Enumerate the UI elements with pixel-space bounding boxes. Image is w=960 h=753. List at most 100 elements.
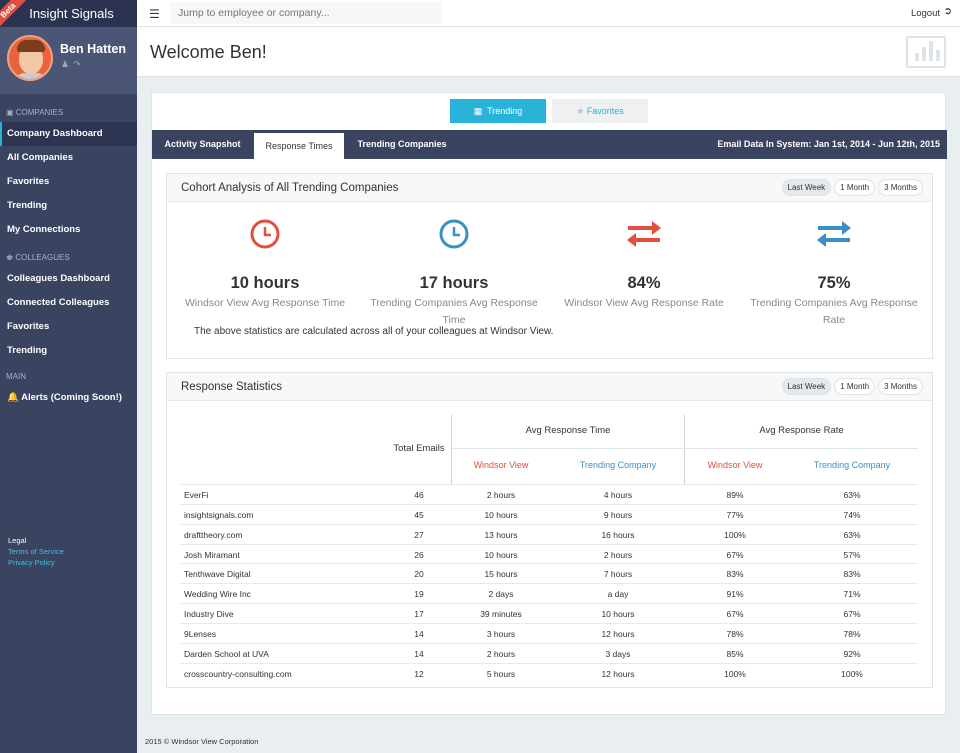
header-trending-time: Trending Company xyxy=(579,460,657,470)
bell-icon: 🔔 xyxy=(7,392,19,403)
tab-response-times[interactable]: Response Times xyxy=(254,133,344,159)
brand-bar: Beta Insight Signals xyxy=(0,0,137,27)
clock-icon xyxy=(175,216,355,252)
sign-out-icon[interactable]: ➲ xyxy=(944,6,952,17)
stat-trending-response-rate: 75% Trending Companies Avg Response Rate xyxy=(744,216,924,329)
sidebar-item-all-companies[interactable]: All Companies xyxy=(0,146,137,170)
logout-link[interactable]: Logout xyxy=(911,8,940,19)
company-name: 9Lenses xyxy=(184,628,217,639)
trending-toggle-button[interactable]: ▦ Trending xyxy=(450,99,546,123)
windsor-time: 39 minutes xyxy=(480,609,522,620)
email-data-range: Email Data In System: Jan 1st, 2014 - Ju… xyxy=(717,139,940,149)
trending-time: 10 hours xyxy=(601,609,635,620)
sidebar-item-colleagues-favorites[interactable]: Favorites xyxy=(0,315,137,339)
sidebar-item-company-dashboard[interactable]: Company Dashboard xyxy=(0,122,137,146)
trending-rate: 92% xyxy=(843,648,861,659)
header-avg-response-time: Avg Response Time xyxy=(525,425,611,436)
header-windsor-time: Windsor View xyxy=(473,460,529,470)
total-emails: 14 xyxy=(414,648,424,659)
stat-windsor-response-rate: 84% Windsor View Avg Response Rate xyxy=(554,216,734,312)
windsor-rate: 100% xyxy=(724,668,746,679)
sidebar-item-connected-colleagues[interactable]: Connected Colleagues xyxy=(0,291,137,315)
range-last-week[interactable]: Last Week xyxy=(781,179,832,196)
table-body: EverFi 46 2 hours 4 hours 89% 63% insightsigna… xyxy=(180,484,918,682)
company-name: crosscountry-consulting.com xyxy=(184,668,292,679)
stat-value: 17 hours xyxy=(419,274,489,292)
top-bar: ☰ Logout ➲ xyxy=(137,0,960,27)
total-emails: 20 xyxy=(414,569,424,580)
sidebar-item-favorites[interactable]: Favorites xyxy=(0,170,137,194)
table-row[interactable]: crosscountry-consulting.com 12 5 hours 12 h… xyxy=(180,662,918,683)
trending-time: 9 hours xyxy=(603,509,633,520)
windsor-time: 15 hours xyxy=(484,569,518,580)
trending-time: a day xyxy=(607,589,629,600)
page-header: Welcome Ben! xyxy=(137,27,960,77)
hamburger-menu-icon[interactable]: ☰ xyxy=(149,7,160,21)
table-row[interactable]: EverFi 46 2 hours 4 hours 89% 63% xyxy=(180,484,918,504)
windsor-time: 2 hours xyxy=(486,648,516,659)
table-row[interactable]: Darden School at UVA 14 2 hours 3 days 85% 92… xyxy=(180,642,918,663)
sidebar-item-my-connections[interactable]: My Connections xyxy=(0,218,137,242)
sidebar-item-trending[interactable]: Trending xyxy=(0,194,137,218)
total-emails: 19 xyxy=(414,589,424,600)
total-emails: 27 xyxy=(414,529,424,540)
windsor-time: 3 hours xyxy=(486,628,516,639)
trending-time: 4 hours xyxy=(603,490,633,500)
table-row[interactable]: Wedding Wire Inc 19 2 days a day 91% 71% xyxy=(180,583,918,603)
trending-rate: 78% xyxy=(843,628,861,639)
windsor-time: 10 hours xyxy=(484,509,518,520)
jump-search-input[interactable] xyxy=(170,2,442,24)
company-name: Wedding Wire Inc xyxy=(184,589,251,600)
header-avg-response-rate: Avg Response Rate xyxy=(759,425,844,436)
stat-value: 75% xyxy=(817,274,851,292)
section-main-header: MAIN xyxy=(6,372,26,381)
table-row[interactable]: Josh Miramant 26 10 hours 2 hours 67% 57% xyxy=(180,543,918,564)
trending-time: 12 hours xyxy=(601,668,635,679)
header-windsor-rate: Windsor View xyxy=(707,460,763,470)
favorites-toggle-button[interactable]: ★ Favorites xyxy=(552,99,648,123)
tab-trending-companies[interactable]: Trending Companies xyxy=(346,130,458,159)
tab-bar: Activity Snapshot Response Times Trendin… xyxy=(152,130,947,159)
footer: 2015 © Windsor View Corporation xyxy=(145,737,259,746)
tab-activity-snapshot[interactable]: Activity Snapshot xyxy=(152,130,253,159)
windsor-rate: 85% xyxy=(726,648,744,659)
trending-time: 3 days xyxy=(605,648,631,659)
avatar[interactable] xyxy=(7,35,53,81)
total-emails: 17 xyxy=(414,609,424,620)
table-row[interactable]: insightsignals.com 45 10 hours 9 hours 77% 74… xyxy=(180,503,918,524)
windsor-time: 13 hours xyxy=(484,529,518,540)
company-name: Darden School at UVA xyxy=(184,648,269,659)
sidebar-item-colleagues-dashboard[interactable]: Colleagues Dashboard xyxy=(0,267,137,291)
sidebar-item-alerts[interactable]: 🔔 Alerts (Coming Soon!) xyxy=(0,386,137,410)
windsor-time: 2 days xyxy=(488,589,514,600)
company-name: Tenthwave Digital xyxy=(184,569,251,580)
range-3-months[interactable]: 3 Months xyxy=(878,378,923,395)
range-last-week[interactable]: Last Week xyxy=(781,378,832,395)
range-3-months[interactable]: 3 Months xyxy=(878,179,923,196)
sidebar-item-colleagues-trending[interactable]: Trending xyxy=(0,339,137,363)
range-1-month[interactable]: 1 Month xyxy=(834,179,876,196)
stat-value: 84% xyxy=(627,274,661,292)
stat-label: Trending Companies Avg Response Time xyxy=(370,297,538,326)
windsor-rate: 89% xyxy=(726,490,744,500)
table-row[interactable]: Industry Dive 17 39 minutes 10 hours 67% 67% xyxy=(180,603,918,623)
trending-rate: 74% xyxy=(843,509,861,520)
table-row[interactable]: Tenthwave Digital 20 15 hours 7 hours 83% 83% xyxy=(180,563,918,583)
stat-label: Trending Companies Avg Response Rate xyxy=(750,297,918,326)
windsor-rate: 78% xyxy=(726,628,744,639)
sign-out-icon[interactable]: ↷ xyxy=(73,59,85,69)
terms-link[interactable]: Terms of Service xyxy=(8,546,64,557)
table-row[interactable]: drafttheory.com 27 13 hours 16 hours 100% 63% xyxy=(180,523,918,544)
section-colleagues-header: ♚ COLLEAGUES xyxy=(6,253,70,262)
table-row[interactable]: 9Lenses 14 3 hours 12 hours 78% 78% xyxy=(180,622,918,643)
trending-rate: 63% xyxy=(843,529,861,540)
trending-time: 7 hours xyxy=(603,569,633,580)
range-1-month[interactable]: 1 Month xyxy=(834,378,876,395)
privacy-link[interactable]: Privacy Policy xyxy=(8,557,64,568)
app-title[interactable]: Insight Signals xyxy=(23,6,114,21)
stat-value: 10 hours xyxy=(230,274,300,292)
total-emails: 14 xyxy=(414,628,424,639)
stat-label: Windsor View Avg Response Time xyxy=(184,297,346,309)
user-icon[interactable]: ♟ xyxy=(61,59,73,69)
total-emails: 46 xyxy=(414,490,424,500)
